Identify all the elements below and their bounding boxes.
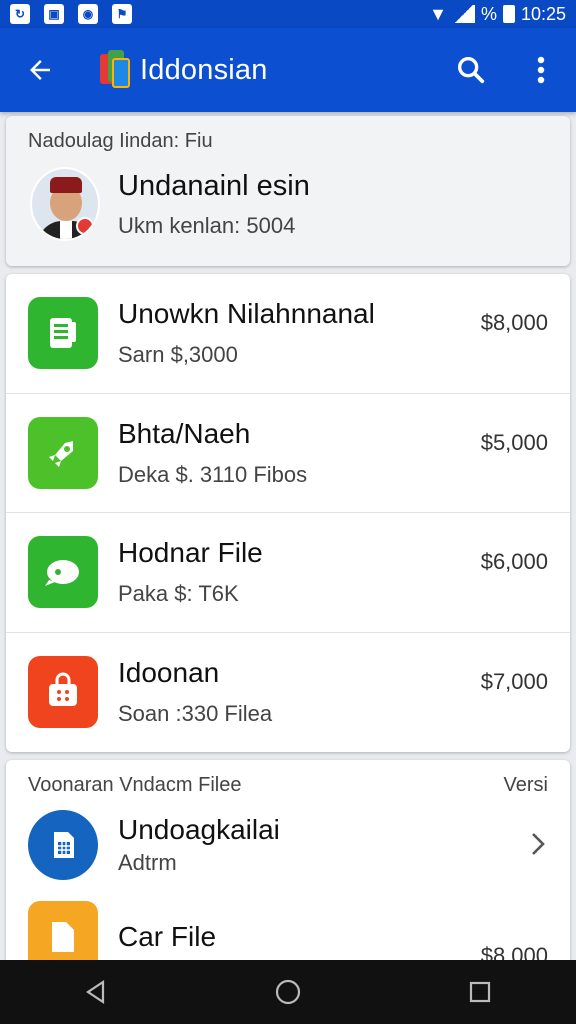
item-subtitle: Soan :330 Filea [118, 701, 273, 727]
profile-subtitle: Ukm kenlan: 5004 [118, 212, 296, 238]
sync-icon: ↻ [10, 4, 30, 24]
battery-percent: % [480, 3, 497, 24]
item-subtitle: Sarn $,3000 [118, 342, 238, 368]
location-icon: ◉ [78, 4, 98, 24]
wifi-icon: ▼ [429, 3, 447, 24]
chevron-right-icon [532, 833, 545, 855]
item-subtitle: Adtrm [118, 850, 177, 875]
flag-icon: ⚑ [112, 4, 132, 24]
item-price: $5,000 [480, 429, 548, 455]
item-price: $8,000 [480, 310, 548, 335]
item-subtitle: Deka $. 3110 Fibos [118, 461, 308, 487]
nav-back-icon [86, 979, 105, 1005]
back-button[interactable] [0, 28, 80, 112]
search-button[interactable] [436, 28, 506, 112]
item-price: $6,000 [480, 549, 548, 574]
chat-icon [28, 536, 98, 609]
item-price: $7,000 [480, 668, 548, 694]
list-item[interactable]: Bhta/Naeh Deka $. 3110 Fibos $5,000 [6, 394, 570, 513]
list-item[interactable]: Unowkn Nilahnnanal Sarn $,3000 $8,000 [6, 274, 570, 394]
bag-icon [28, 656, 98, 729]
app-title: Iddonsian [140, 53, 268, 86]
battery-icon [502, 5, 515, 23]
avatar [30, 167, 100, 241]
rocket-icon [28, 416, 98, 489]
list-item[interactable]: Car File $8,000 [6, 893, 570, 973]
file-list: Unowkn Nilahnnanal Sarn $,3000 $8,000 Bh… [6, 274, 570, 752]
app-logo-icon [98, 48, 132, 92]
list-item[interactable]: Hodnar File Paka $: T6K $6,000 [6, 513, 570, 633]
more-options-button[interactable] [506, 28, 576, 112]
list-item[interactable]: Idoonan Soan :330 Filea $7,000 [6, 633, 570, 753]
profile-name: Undanainl esin [118, 169, 310, 202]
spreadsheet-icon [28, 297, 98, 370]
sim-card-icon [28, 810, 98, 880]
profile-section-label: Nadoulag Iindan: Fiu [28, 130, 213, 152]
nav-home-icon [275, 979, 301, 1005]
image-icon: ▣ [44, 4, 64, 24]
signal-icon [452, 5, 475, 23]
clock: 10:25 [520, 3, 566, 24]
arrow-left-icon [30, 60, 50, 80]
profile-card[interactable]: Nadoulag Iindan: Fiu Undanainl esin Ukm … [6, 116, 570, 266]
system-nav-bar [0, 960, 576, 1024]
item-title: Undoagkailai [118, 814, 280, 845]
more-vert-icon [537, 56, 545, 84]
second-section-card: Voonaran Vndacm Filee Versi Undoagkailai… [6, 760, 570, 980]
nav-back-button[interactable] [56, 960, 136, 1024]
search-icon [457, 56, 485, 84]
nav-recents-icon [469, 981, 491, 1003]
second-section-right-label[interactable]: Versi [504, 774, 548, 797]
status-bar: ↻ ▣ ◉ ⚑ ▼ % 10:25 [0, 0, 576, 28]
app-bar: Iddonsian [0, 28, 576, 112]
second-section-label: Voonaran Vndacm Filee [28, 774, 242, 796]
item-subtitle: Paka $: T6K [118, 581, 239, 607]
nav-recents-button[interactable] [440, 960, 520, 1024]
nav-home-button[interactable] [248, 960, 328, 1024]
list-item[interactable]: Undoagkailai Adtrm [6, 797, 570, 893]
